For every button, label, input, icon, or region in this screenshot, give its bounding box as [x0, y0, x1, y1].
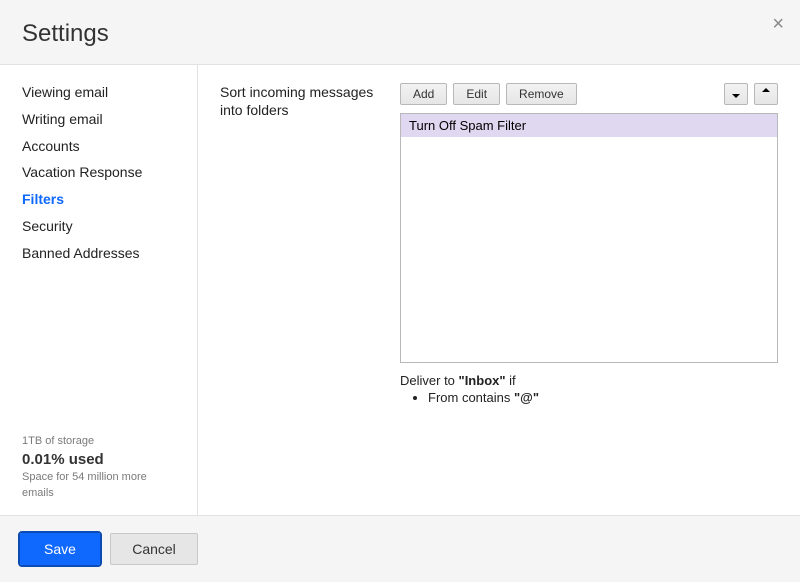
rule-prefix: Deliver to	[400, 373, 459, 388]
cancel-button[interactable]: Cancel	[110, 533, 198, 565]
arrow-up-icon	[761, 87, 771, 101]
storage-total: 1TB of storage	[22, 434, 175, 449]
rule-folder: "Inbox"	[459, 373, 506, 388]
move-down-button[interactable]	[724, 83, 748, 105]
remove-button[interactable]: Remove	[506, 83, 577, 105]
edit-button[interactable]: Edit	[453, 83, 500, 105]
settings-dialog: Settings × Viewing email Writing email A…	[0, 0, 800, 582]
filter-toolbar: Add Edit Remove	[400, 83, 778, 105]
add-button[interactable]: Add	[400, 83, 447, 105]
sidebar: Viewing email Writing email Accounts Vac…	[0, 65, 198, 515]
sidebar-item-filters[interactable]: Filters	[0, 186, 197, 213]
dialog-header: Settings ×	[0, 0, 800, 64]
dialog-title: Settings	[22, 20, 778, 48]
sidebar-items: Viewing email Writing email Accounts Vac…	[0, 79, 197, 434]
dialog-body: Viewing email Writing email Accounts Vac…	[0, 64, 800, 516]
sidebar-item-accounts[interactable]: Accounts	[0, 133, 197, 160]
sidebar-item-banned-addresses[interactable]: Banned Addresses	[0, 240, 197, 267]
sidebar-item-vacation-response[interactable]: Vacation Response	[0, 159, 197, 186]
main-panel: Sort incoming messages into folders Add …	[198, 65, 800, 515]
filter-column: Add Edit Remove Turn Off Spam Filter Del…	[400, 83, 778, 495]
arrow-down-icon	[731, 87, 741, 101]
sidebar-item-viewing-email[interactable]: Viewing email	[0, 79, 197, 106]
filter-list[interactable]: Turn Off Spam Filter	[400, 113, 778, 363]
move-up-button[interactable]	[754, 83, 778, 105]
rule-conditions: From contains "@"	[428, 390, 778, 405]
rule-suffix: if	[506, 373, 516, 388]
filter-row[interactable]: Turn Off Spam Filter	[401, 114, 777, 137]
storage-remaining: Space for 54 million more emails	[22, 470, 175, 501]
section-label: Sort incoming messages into folders	[220, 83, 400, 495]
condition-value: "@"	[514, 390, 539, 405]
sidebar-item-writing-email[interactable]: Writing email	[0, 106, 197, 133]
save-button[interactable]: Save	[20, 533, 100, 565]
storage-summary: 1TB of storage 0.01% used Space for 54 m…	[0, 434, 197, 515]
sidebar-item-security[interactable]: Security	[0, 213, 197, 240]
storage-used: 0.01% used	[22, 449, 175, 470]
close-icon[interactable]: ×	[772, 14, 784, 34]
condition-field: From contains	[428, 390, 514, 405]
dialog-footer: Save Cancel	[0, 516, 800, 582]
rule-description: Deliver to "Inbox" if From contains "@"	[400, 373, 778, 405]
rule-condition: From contains "@"	[428, 390, 778, 405]
